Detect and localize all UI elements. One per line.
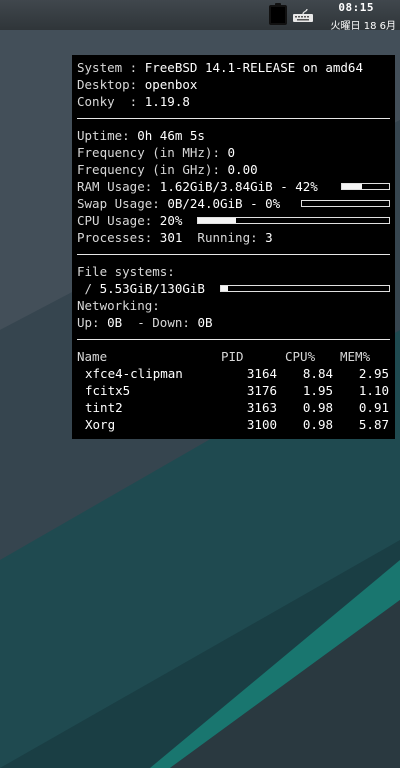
processes-value: 301 — [159, 230, 183, 245]
fs-root-value: 5.53GiB/130GiB — [99, 281, 205, 296]
running-value: 3 — [265, 230, 273, 245]
col-cpu-header: CPU% — [285, 349, 316, 364]
uptime-line: Uptime: 0h 46m 5s — [77, 127, 390, 144]
swap-value: 0B/24.0GiB - 0% — [167, 196, 281, 211]
desktop: 08:15 火曜日 18 6月 System : FreeBSD 14.1-RE… — [0, 0, 400, 768]
freq-ghz-line: Frequency (in GHz): 0.00 — [77, 161, 390, 178]
process-pid: 3100 — [246, 417, 277, 432]
top-panel: 08:15 火曜日 18 6月 — [0, 0, 400, 32]
process-pid: 3164 — [246, 366, 277, 381]
fs-root-label: / — [77, 281, 100, 296]
process-mem: 2.95 — [358, 366, 389, 381]
ram-bar — [341, 183, 390, 190]
process-cpu: 1.95 — [302, 383, 333, 398]
cpu-bar — [197, 217, 390, 224]
process-row: fcitx5 3176 1.95 1.10 — [77, 382, 390, 399]
process-row: tint2 3163 0.98 0.91 — [77, 399, 390, 416]
net-down-value: 0B — [197, 315, 213, 330]
process-mem: 5.87 — [358, 417, 389, 432]
cpu-value: 20% — [159, 213, 183, 228]
conky-widget: System : FreeBSD 14.1-RELEASE on amd64 D… — [72, 55, 395, 439]
divider — [77, 254, 390, 255]
clock-date[interactable]: 火曜日 18 6月 — [331, 17, 396, 32]
process-mem: 1.10 — [358, 383, 389, 398]
process-mem: 0.91 — [358, 400, 389, 415]
swap-line: Swap Usage: 0B/24.0GiB - 0% — [77, 195, 390, 212]
ram-value: 1.62GiB/3.84GiB - 42% — [159, 179, 318, 194]
conky-value: 1.19.8 — [144, 94, 190, 109]
process-name: tint2 — [85, 400, 123, 415]
processes-label: Processes: — [77, 230, 160, 245]
process-cpu: 8.84 — [302, 366, 333, 381]
fs-root-bar-fill — [221, 286, 228, 291]
conky-version-line: Conky : 1.19.8 — [77, 93, 390, 110]
clipboard-icon[interactable] — [269, 3, 287, 25]
freq-mhz-line: Frequency (in MHz): 0 — [77, 144, 390, 161]
process-name: fcitx5 — [85, 383, 131, 398]
process-name: xfce4-clipman — [85, 366, 183, 381]
clock-time[interactable]: 08:15 — [338, 1, 374, 14]
net-line: Up: 0B - Down: 0B — [77, 314, 390, 331]
desktop-value: openbox — [144, 77, 198, 92]
net-up-value: 0B — [107, 315, 123, 330]
net-down-label: - Down: — [122, 315, 198, 330]
net-up-label: Up: — [77, 315, 108, 330]
col-mem-header: MEM% — [340, 349, 371, 364]
process-row: Xorg 3100 0.98 5.87 — [77, 416, 390, 433]
uptime-value: 0h 46m 5s — [137, 128, 205, 143]
ram-bar-fill — [342, 184, 362, 189]
system-value: FreeBSD 14.1-RELEASE on amd64 — [144, 60, 363, 75]
process-row: xfce4-clipman 3164 8.84 2.95 — [77, 365, 390, 382]
cpu-bar-fill — [198, 218, 237, 223]
cpu-label: CPU Usage: — [77, 213, 160, 228]
divider — [77, 118, 390, 119]
desktop-label: Desktop: — [77, 77, 145, 92]
cpu-line: CPU Usage: 20% — [77, 212, 390, 229]
system-label: System : — [77, 60, 145, 75]
freq-ghz-label: Frequency (in GHz): — [77, 162, 228, 177]
col-name-header: Name — [77, 349, 108, 364]
ram-line: RAM Usage: 1.62GiB/3.84GiB - 42% — [77, 178, 390, 195]
fs-root-line: / 5.53GiB/130GiB — [77, 280, 390, 297]
divider — [77, 339, 390, 340]
freq-mhz-value: 0 — [227, 145, 236, 160]
col-pid-header: PID — [221, 349, 244, 364]
desktop-line: Desktop: openbox — [77, 76, 390, 93]
processes-line: Processes: 301 Running: 3 — [77, 229, 390, 246]
fs-title: File systems: — [77, 264, 175, 279]
ram-label: RAM Usage: — [77, 179, 160, 194]
conky-label: Conky : — [77, 94, 145, 109]
process-pid: 3176 — [246, 383, 277, 398]
net-title: Networking: — [77, 298, 160, 313]
running-label: Running: — [182, 230, 266, 245]
uptime-label: Uptime: — [77, 128, 138, 143]
process-pid: 3163 — [246, 400, 277, 415]
freq-ghz-value: 0.00 — [227, 162, 258, 177]
process-name: Xorg — [85, 417, 116, 432]
swap-label: Swap Usage: — [77, 196, 168, 211]
freq-mhz-label: Frequency (in MHz): — [77, 145, 228, 160]
fs-root-bar — [220, 285, 390, 292]
system-line: System : FreeBSD 14.1-RELEASE on amd64 — [77, 59, 390, 76]
swap-bar — [301, 200, 390, 207]
keyboard-icon[interactable] — [293, 9, 313, 23]
process-table-header: Name PID CPU% MEM% — [77, 348, 390, 365]
process-cpu: 0.98 — [302, 400, 333, 415]
process-cpu: 0.98 — [302, 417, 333, 432]
